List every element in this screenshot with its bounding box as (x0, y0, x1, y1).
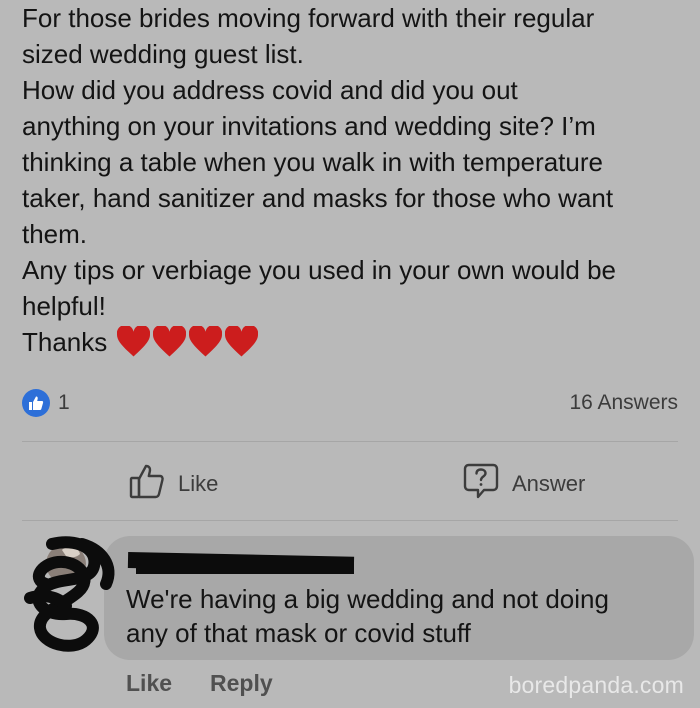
like-count: 1 (58, 391, 70, 414)
post-text-line: them. (22, 219, 88, 249)
post-thanks-text: Thanks (22, 326, 108, 357)
post-text-line: For those brides moving forward with the… (22, 3, 595, 33)
like-reaction-icon (22, 389, 50, 417)
heart-icon (153, 326, 187, 358)
answer-button[interactable]: Answer (462, 462, 585, 506)
post-actions-bar: Like Answer (0, 458, 700, 506)
post-text-line: taker, hand sanitizer and masks for thos… (22, 183, 614, 213)
like-button[interactable]: Like (128, 462, 218, 506)
post-text-line: sized wedding guest list. (22, 39, 304, 69)
like-button-label: Like (178, 471, 219, 496)
answer-button-label: Answer (512, 471, 586, 496)
like-count-group[interactable]: 1 (22, 389, 70, 417)
thumbs-up-icon (128, 462, 166, 506)
reactions-summary: 1 16 Answers (22, 388, 678, 418)
post-text-line: anything on your invitations and wedding… (22, 111, 596, 141)
comment-like-button[interactable]: Like (126, 670, 172, 697)
post-thanks-row: Thanks (22, 324, 682, 360)
comment-text-line: any of that mask or covid stuff (126, 618, 471, 648)
question-bubble-icon (462, 462, 500, 506)
comment: We're having a big wedding and not doing… (16, 526, 694, 666)
divider (22, 441, 678, 442)
comment-actions: Like Reply (126, 670, 273, 697)
redacted-author-name (136, 562, 354, 574)
post-text-line: helpful! (22, 291, 106, 321)
comment-reply-button[interactable]: Reply (210, 670, 273, 697)
post-body: For those brides moving forward with the… (22, 0, 682, 360)
heart-icon (225, 326, 259, 358)
post-text-line: How did you address covid and did you ou… (22, 75, 518, 105)
comment-text-line: We're having a big wedding and not doing (126, 584, 609, 614)
divider (22, 520, 678, 521)
answers-count-link[interactable]: 16 Answers (569, 391, 678, 415)
heart-icon (189, 326, 223, 358)
post-text-line: thinking a table when you walk in with t… (22, 147, 603, 177)
hearts-emoji-group (117, 326, 259, 358)
avatar-redacted[interactable] (22, 536, 122, 656)
heart-icon (117, 326, 151, 358)
watermark: boredpanda.com (508, 672, 684, 698)
post-text-line: Any tips or verbiage you used in your ow… (22, 255, 617, 285)
comment-text: We're having a big wedding and not doing… (126, 582, 686, 650)
